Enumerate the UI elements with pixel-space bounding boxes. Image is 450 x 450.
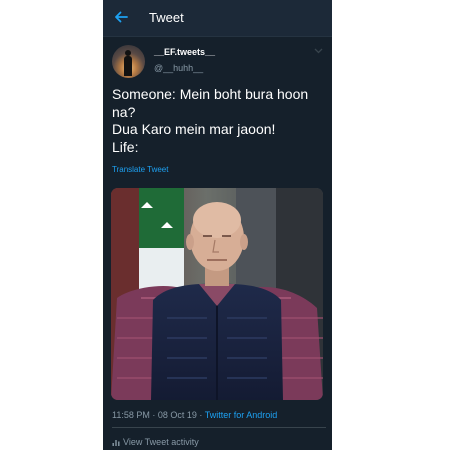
tweet-text: Someone: Mein boht bura hoon na? Dua Kar… [112,86,326,156]
view-tweet-activity-label: View Tweet activity [123,437,199,447]
tweet-meta: 11:58 PM · 08 Oct 19 · Twitter for Andro… [112,410,277,420]
meta-separator: · [149,410,158,420]
tweet-time: 11:58 PM [112,410,150,420]
tweet-source-link[interactable]: Twitter for Android [205,410,278,420]
tweet-text-line: Life: [112,138,139,155]
meta-separator: · [196,410,205,420]
page-title: Tweet [149,10,184,25]
top-app-bar: Tweet [103,0,332,37]
avatar-silhouette [124,50,132,76]
bar-chart-icon [112,440,120,446]
tweet-text-line: na? [112,103,136,120]
view-tweet-activity[interactable]: View Tweet activity [112,437,199,447]
tweet-text-line: Dua Karo mein mar jaoon! [112,121,276,137]
back-arrow-icon[interactable] [113,9,129,25]
avatar[interactable] [112,45,145,78]
chevron-down-icon[interactable] [314,48,323,54]
display-name[interactable]: __EF.tweets__ [154,47,215,57]
tweet-screen: Tweet __EF.tweets__ @__huhh__ Someone: M… [103,0,332,450]
translate-tweet-link[interactable]: Translate Tweet [112,165,168,174]
divider [112,427,326,428]
tweet-photo[interactable] [111,188,323,400]
photo-man-in-vest-icon [111,188,323,400]
tweet-text-line: Someone: Mein boht bura hoon [112,86,309,102]
user-handle[interactable]: @__huhh__ [154,63,203,73]
tweet-date: 08 Oct 19 [157,410,197,420]
